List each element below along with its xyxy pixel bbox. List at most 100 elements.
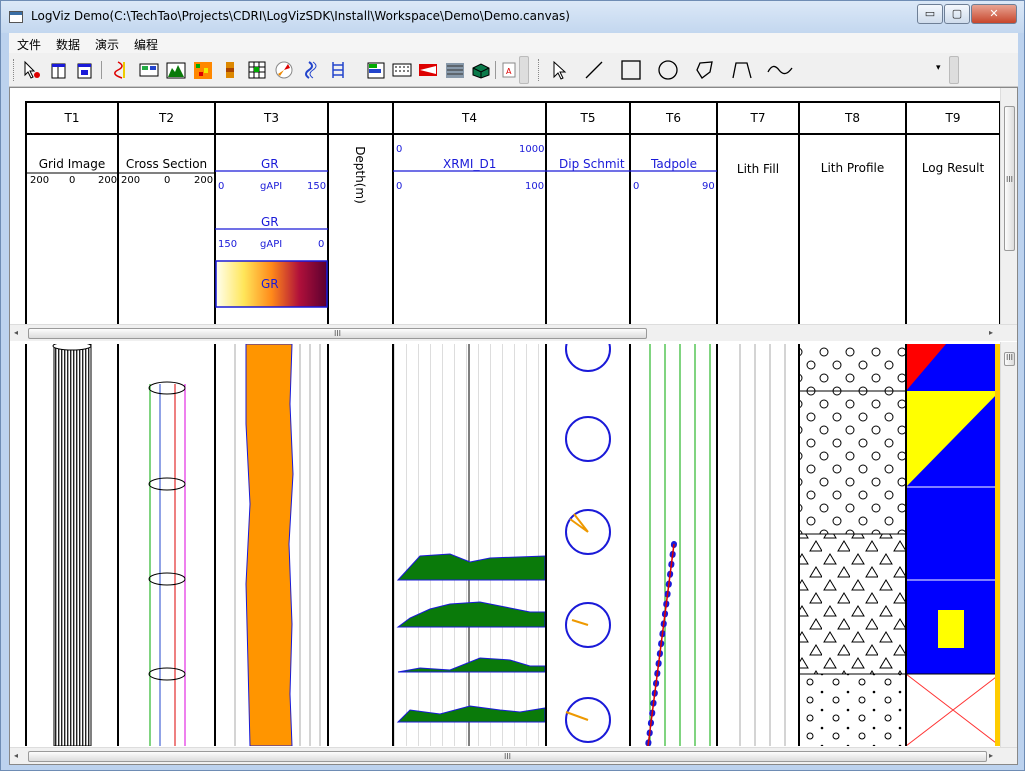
scale-left-t2: 200: [121, 175, 141, 186]
curve-label-gr-1: GR: [261, 157, 279, 171]
toolbar-overflow[interactable]: [949, 56, 959, 84]
scale-right-t2: 200: [194, 175, 214, 186]
menu-file[interactable]: 文件: [17, 36, 41, 53]
gr-fill-label: GR: [261, 277, 279, 291]
polyline-icon[interactable]: [732, 60, 752, 80]
svg-text:A: A: [506, 67, 512, 76]
toolbar: A ▾: [9, 53, 1018, 87]
lith-profile-column: [799, 344, 906, 746]
scale-left-t6: 0: [633, 181, 640, 192]
curve-label-lith-fill: Lith Fill: [736, 162, 780, 176]
toolbar-separator: [101, 61, 102, 79]
scale-top-left-t4: 0: [396, 144, 403, 155]
log-result-column: [905, 344, 1000, 746]
track-icon[interactable]: [49, 60, 69, 80]
ladder-icon[interactable]: [328, 60, 348, 80]
log-canvas[interactable]: T1 T2 T3 T4 T5 T6 T7 T8 T9 Grid Image 20…: [9, 87, 1018, 765]
scale-mid-t2: 0: [164, 175, 171, 186]
scroll-right-arrow[interactable]: ▸: [989, 751, 993, 760]
scale-unit-gr-2: gAPI: [260, 239, 283, 250]
bar-icon[interactable]: [366, 60, 386, 80]
wave-icon[interactable]: [767, 60, 793, 80]
heatmap-icon[interactable]: [193, 60, 213, 80]
toolbar-dropdown-arrow[interactable]: ▾: [936, 63, 941, 73]
data-hscroll-thumb[interactable]: III: [28, 751, 987, 762]
scale-right-gr-2: 0: [318, 239, 325, 250]
texture-icon[interactable]: [445, 60, 465, 80]
data-horizontal-scrollbar[interactable]: ◂ III ▸: [10, 747, 1017, 764]
title-bar: LogViz Demo(C:\TechTao\Projects\CDRI\Log…: [1, 1, 1024, 33]
app-window: LogViz Demo(C:\TechTao\Projects\CDRI\Log…: [0, 0, 1025, 771]
scale-right-gr-1: 150: [307, 181, 327, 192]
curve-label-log-result: Log Result: [921, 161, 985, 175]
menu-data[interactable]: 数据: [56, 36, 80, 53]
polygon-icon[interactable]: [695, 60, 715, 80]
header-horizontal-scrollbar[interactable]: ◂ III ▸: [10, 324, 1017, 341]
rectangle-icon[interactable]: [621, 60, 641, 80]
circle-icon[interactable]: [658, 60, 678, 80]
depth-track-label: Depth(m): [353, 146, 367, 204]
menu-demo[interactable]: 演示: [95, 36, 119, 53]
toolbar-separator: [495, 61, 496, 79]
menu-program[interactable]: 编程: [134, 36, 158, 53]
curve-label-tadpole: Tadpole: [651, 157, 697, 171]
track-title-t4: T4: [462, 111, 477, 125]
curve-label-grid-image: Grid Image: [38, 157, 106, 171]
track-title-t1: T1: [64, 111, 80, 125]
close-button[interactable]: ✕: [971, 4, 1017, 24]
xrmi-waveforms: [394, 344, 546, 746]
scroll-left-arrow[interactable]: ◂: [14, 328, 18, 337]
track-title-t5: T5: [580, 111, 596, 125]
header-vertical-scrollbar[interactable]: III: [1000, 88, 1017, 326]
data-pane: [25, 344, 1000, 746]
flag-icon[interactable]: [418, 60, 438, 80]
header-vscroll-thumb[interactable]: III: [1004, 106, 1015, 251]
toolbar-overflow[interactable]: [519, 56, 529, 84]
scroll-left-arrow[interactable]: ◂: [14, 751, 18, 760]
curve-label-lith-profile: Lith Profile: [820, 161, 885, 175]
pointer-icon[interactable]: [549, 60, 569, 80]
menu-bar: 文件 数据 演示 编程: [9, 33, 1018, 53]
track-title-t6: T6: [666, 111, 681, 125]
scale-left-gr-1: 0: [218, 181, 225, 192]
curve-label-cross-section: Cross Section: [125, 157, 208, 171]
panel-icon[interactable]: [75, 60, 95, 80]
maximize-button[interactable]: ▢: [944, 4, 970, 24]
curve-label-dip-schmit: Dip Schmit: [559, 157, 625, 171]
toolbar-grip: [538, 59, 541, 81]
dip-icon[interactable]: [301, 60, 321, 80]
scale-unit-gr-1: gAPI: [260, 181, 283, 192]
data-vscroll-thumb[interactable]: III: [1004, 352, 1015, 366]
track-title-t8: T8: [845, 111, 860, 125]
scroll-right-arrow[interactable]: ▸: [989, 328, 993, 337]
core-icon[interactable]: [220, 60, 240, 80]
data-vertical-scrollbar[interactable]: III: [1000, 342, 1017, 747]
image-icon[interactable]: [139, 60, 159, 80]
grid-image-borehole: [52, 344, 92, 746]
scale-mid-t1: 0: [69, 175, 76, 186]
curve-label-gr-2: GR: [261, 215, 279, 229]
select-icon[interactable]: [22, 60, 42, 80]
scale-right-t4: 100: [525, 181, 545, 192]
pattern-icon[interactable]: [392, 60, 412, 80]
curve-icon[interactable]: [112, 60, 132, 80]
track-title-t7: T7: [750, 111, 766, 125]
scale-right-t6: 90: [702, 181, 715, 192]
app-icon: [9, 11, 23, 23]
header-hscroll-thumb[interactable]: III: [28, 328, 647, 339]
scale-top-right-t4: 1000: [519, 144, 545, 155]
track-title-t3: T3: [264, 111, 279, 125]
histogram-icon[interactable]: [166, 60, 186, 80]
text-icon[interactable]: A: [499, 60, 519, 80]
scale-left-gr-2: 150: [218, 239, 238, 250]
scale-left-t1: 200: [30, 175, 50, 186]
toolbar-grip: [13, 59, 16, 81]
grid-icon[interactable]: [247, 60, 267, 80]
cube-icon[interactable]: [471, 60, 491, 80]
curve-label-xrmi: XRMI_D1: [443, 157, 497, 171]
scale-right-t1: 200: [98, 175, 118, 186]
rose-icon[interactable]: [274, 60, 294, 80]
minimize-button[interactable]: ▭: [917, 4, 943, 24]
track-title-t2: T2: [159, 111, 174, 125]
line-icon[interactable]: [584, 60, 604, 80]
